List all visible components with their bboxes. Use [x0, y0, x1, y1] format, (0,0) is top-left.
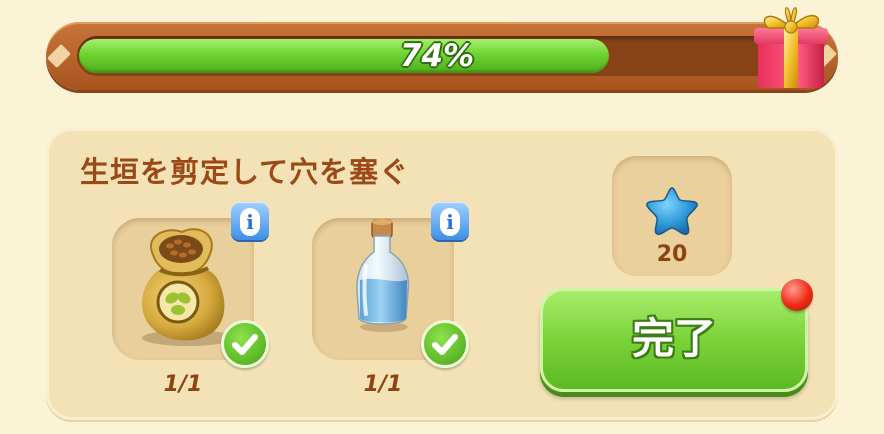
gift-box-icon[interactable] [748, 0, 834, 92]
task-title: 生垣を剪定して穴を塞ぐ [80, 155, 410, 189]
progress-percent-label: 74% [399, 38, 475, 74]
complete-button[interactable]: 完了 [540, 288, 808, 392]
blue-star-icon [646, 187, 698, 236]
requirement-count-water-bottle: 1/1 [363, 372, 403, 397]
info-icon: i [440, 208, 460, 236]
info-button-seed-bag[interactable]: i [231, 202, 269, 240]
reward-amount: 20 [656, 242, 688, 267]
info-icon: i [240, 208, 260, 236]
water-bottle-icon [356, 219, 410, 332]
completed-check-icon [221, 320, 269, 368]
info-button-water-bottle[interactable]: i [431, 202, 469, 240]
progress-track: 74% [77, 36, 797, 76]
completed-check-icon [421, 320, 469, 368]
progress-bar-frame: 74% [46, 22, 838, 90]
notification-badge [781, 279, 813, 311]
requirement-count-seed-bag: 1/1 [163, 372, 203, 397]
